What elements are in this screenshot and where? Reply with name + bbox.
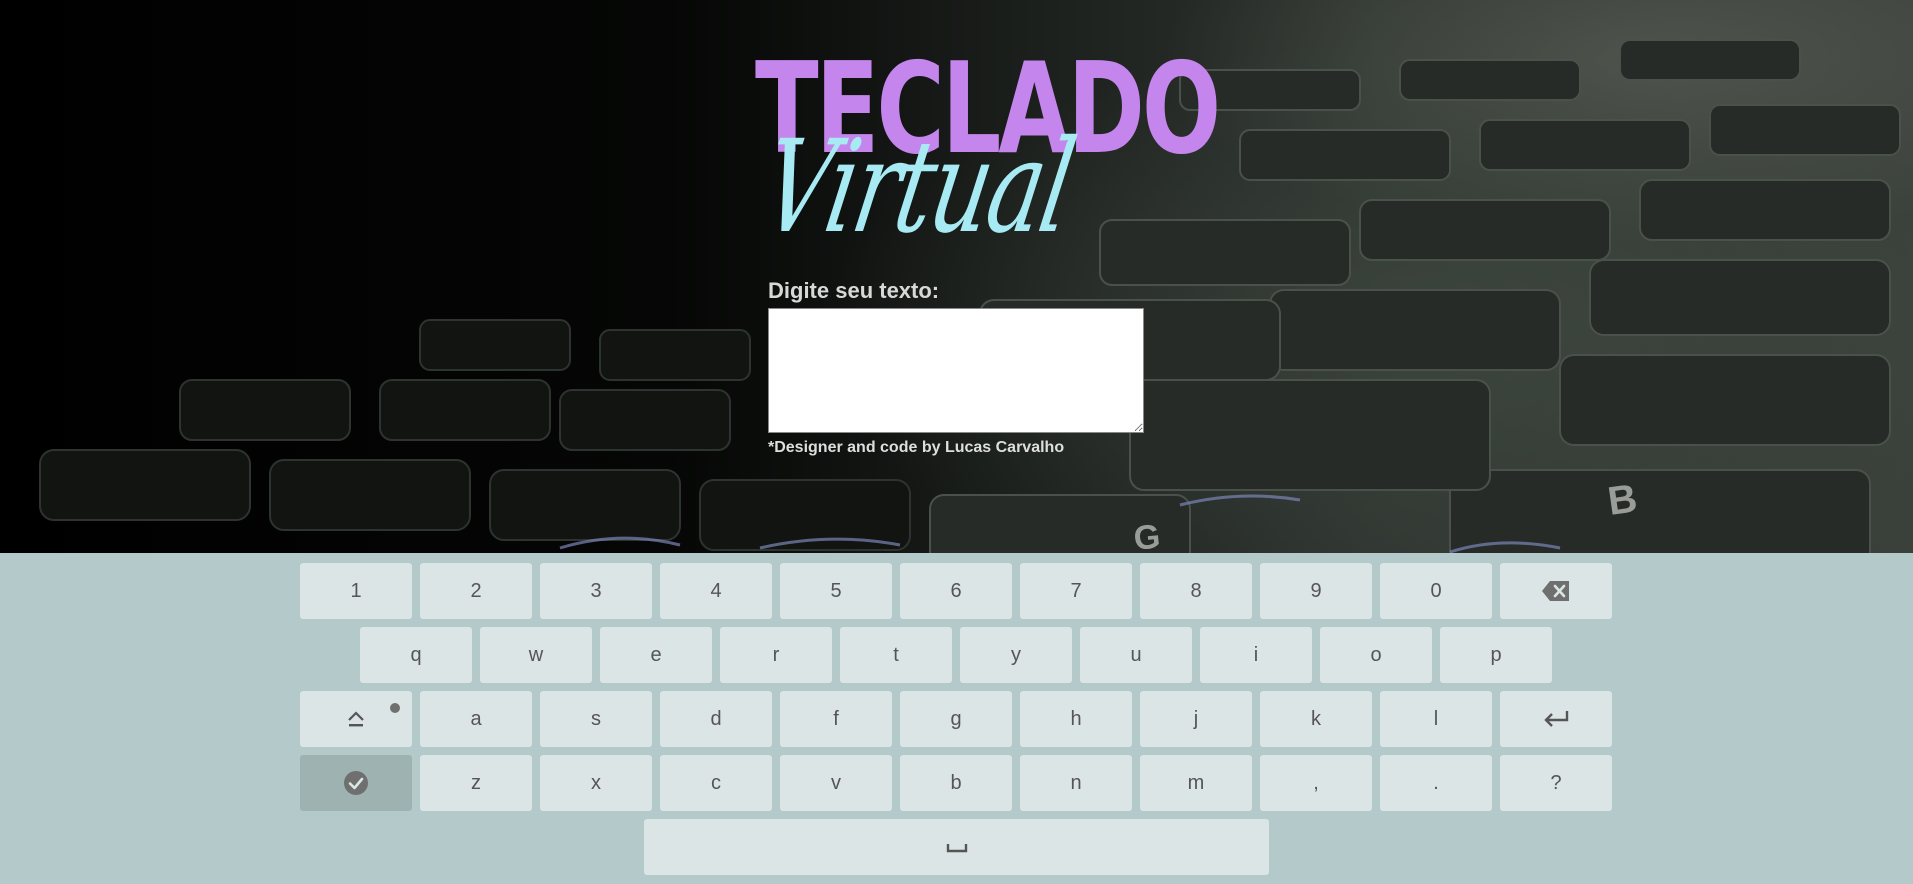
key-label: r [772,643,780,666]
key-label: y [1011,643,1021,666]
key-label: 1 [350,579,362,602]
done-key[interactable] [300,755,412,811]
key-2[interactable]: 2 [420,563,532,619]
key-label: a [470,707,482,730]
key-k[interactable]: k [1260,691,1372,747]
key-5[interactable]: 5 [780,563,892,619]
key-0[interactable]: 0 [1380,563,1492,619]
key-label: 9 [1310,579,1322,602]
logo-subtitle: Virtual [752,113,1084,262]
key-label: m [1187,771,1205,794]
key-a[interactable]: a [420,691,532,747]
logo: TECLADO Virtual [752,46,1222,276]
space-icon [946,840,968,854]
key-label: h [1070,707,1082,730]
key-8[interactable]: 8 [1140,563,1252,619]
caps-indicator-dot [390,703,400,713]
key-w[interactable]: w [480,627,592,683]
key-j[interactable]: j [1140,691,1252,747]
key-label: f [833,707,839,730]
key-3[interactable]: 3 [540,563,652,619]
key-9[interactable]: 9 [1260,563,1372,619]
key-l[interactable]: l [1380,691,1492,747]
shift-key[interactable] [300,691,412,747]
key-comma[interactable]: , [1260,755,1372,811]
key-label: l [1433,707,1439,730]
text-input[interactable] [768,308,1144,433]
key-label: x [591,771,601,794]
hero-background: B G TECLADO Virtual Digite seu texto: *D… [0,0,1913,553]
key-label: q [410,643,422,666]
key-p[interactable]: p [1440,627,1552,683]
text-label: Digite seu texto: [768,278,940,303]
key-6[interactable]: 6 [900,563,1012,619]
key-label: s [591,707,601,730]
virtual-keyboard: 1 2 3 4 5 6 7 8 9 0 q w e r t y u i o p a s d f g h j k l z x c v b n m,.? [0,553,1913,884]
key-o[interactable]: o [1320,627,1432,683]
key-label: g [950,707,962,730]
key-label: . [1433,771,1439,794]
key-label: 3 [590,579,602,602]
key-label: k [1311,707,1321,730]
key-e[interactable]: e [600,627,712,683]
key-n[interactable]: n [1020,755,1132,811]
key-label: i [1253,643,1259,666]
key-period[interactable]: . [1380,755,1492,811]
key-label: 8 [1190,579,1202,602]
key-label: d [710,707,722,730]
key-label: b [950,771,962,794]
key-label: o [1370,643,1382,666]
enter-key[interactable] [1500,691,1612,747]
key-m[interactable]: m [1140,755,1252,811]
key-y[interactable]: y [960,627,1072,683]
key-q[interactable]: q [360,627,472,683]
check-circle-icon [343,770,369,796]
key-label: v [831,771,841,794]
key-c[interactable]: c [660,755,772,811]
svg-text:B: B [1605,476,1640,524]
key-f[interactable]: f [780,691,892,747]
key-label: ? [1550,771,1562,794]
key-label: 6 [950,579,962,602]
key-label: 5 [830,579,842,602]
key-z[interactable]: z [420,755,532,811]
key-label: 2 [470,579,482,602]
key-x[interactable]: x [540,755,652,811]
key-label: c [711,771,721,794]
key-4[interactable]: 4 [660,563,772,619]
key-h[interactable]: h [1020,691,1132,747]
key-b[interactable]: b [900,755,1012,811]
key-u[interactable]: u [1080,627,1192,683]
key-label: 4 [710,579,722,602]
key-label: w [528,643,544,666]
key-label: 0 [1430,579,1442,602]
key-r[interactable]: r [720,627,832,683]
key-question[interactable]: ? [1500,755,1612,811]
key-g[interactable]: g [900,691,1012,747]
key-label: p [1490,643,1502,666]
svg-text:G: G [1132,517,1162,553]
key-i[interactable]: i [1200,627,1312,683]
key-s[interactable]: s [540,691,652,747]
key-7[interactable]: 7 [1020,563,1132,619]
key-label: , [1313,771,1319,794]
key-1[interactable]: 1 [300,563,412,619]
key-label: 7 [1070,579,1082,602]
shift-icon [346,709,366,729]
key-d[interactable]: d [660,691,772,747]
key-label: n [1070,771,1082,794]
enter-icon [1542,709,1570,729]
key-label: t [893,643,899,666]
key-label: e [650,643,662,666]
backspace-key[interactable] [1500,563,1612,619]
credit-text: *Designer and code by Lucas Carvalho [768,439,1065,456]
key-label: j [1193,707,1199,730]
backspace-icon [1541,580,1571,602]
text-form: Digite seu texto: *Designer and code by … [768,278,1148,457]
key-label: u [1130,643,1142,666]
key-label: z [471,771,481,794]
key-t[interactable]: t [840,627,952,683]
space-key[interactable] [644,819,1269,875]
key-v[interactable]: v [780,755,892,811]
